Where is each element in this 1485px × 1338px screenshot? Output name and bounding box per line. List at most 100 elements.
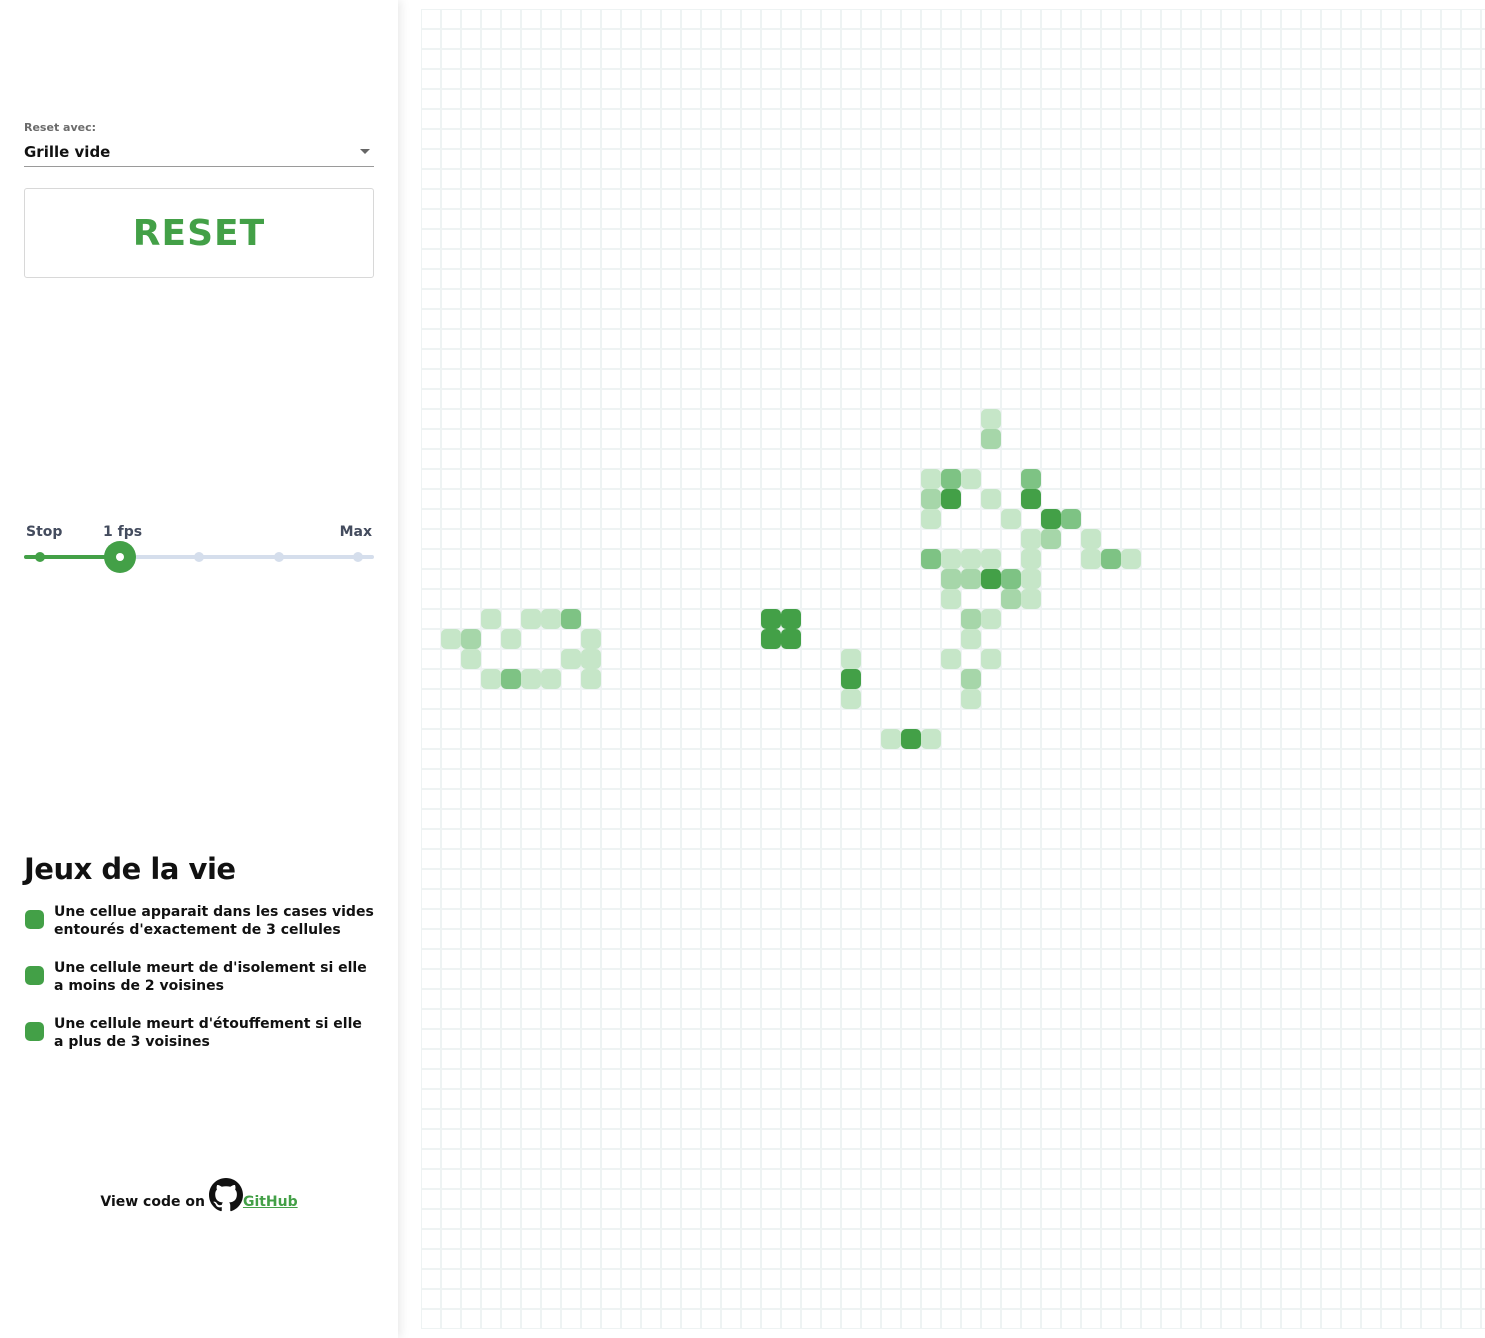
grid-cell[interactable]	[681, 289, 701, 309]
grid-cell[interactable]	[721, 189, 741, 209]
grid-cell[interactable]	[1041, 549, 1061, 569]
grid-cell[interactable]	[1301, 189, 1321, 209]
grid-cell[interactable]	[461, 1189, 481, 1209]
grid-cell[interactable]	[781, 529, 801, 549]
grid-cell[interactable]	[761, 169, 781, 189]
grid-cell[interactable]	[1021, 1149, 1041, 1169]
grid-cell[interactable]	[541, 1189, 561, 1209]
fading-cell[interactable]	[921, 509, 941, 529]
grid-cell[interactable]	[801, 429, 821, 449]
grid-cell[interactable]	[721, 1089, 741, 1109]
grid-cell[interactable]	[1381, 1089, 1401, 1109]
grid-cell[interactable]	[841, 869, 861, 889]
grid-cell[interactable]	[441, 269, 461, 289]
grid-cell[interactable]	[561, 809, 581, 829]
grid-cell[interactable]	[1441, 389, 1461, 409]
grid-cell[interactable]	[801, 789, 821, 809]
github-icon[interactable]	[208, 1178, 243, 1212]
grid-cell[interactable]	[641, 109, 661, 129]
grid-cell[interactable]	[461, 609, 481, 629]
grid-cell[interactable]	[661, 1189, 681, 1209]
grid-cell[interactable]	[1301, 789, 1321, 809]
grid-cell[interactable]	[1061, 129, 1081, 149]
grid-cell[interactable]	[521, 529, 541, 549]
grid-cell[interactable]	[501, 949, 521, 969]
grid-cell[interactable]	[1181, 909, 1201, 929]
grid-cell[interactable]	[661, 269, 681, 289]
grid-cell[interactable]	[1261, 29, 1281, 49]
grid-cell[interactable]	[1261, 829, 1281, 849]
grid-cell[interactable]	[621, 349, 641, 369]
grid-cell[interactable]	[1001, 1249, 1021, 1269]
grid-cell[interactable]	[521, 1189, 541, 1209]
grid-cell[interactable]	[1041, 609, 1061, 629]
grid-cell[interactable]	[1021, 629, 1041, 649]
grid-cell[interactable]	[481, 109, 501, 129]
grid-cell[interactable]	[681, 1209, 701, 1229]
grid-cell[interactable]	[901, 769, 921, 789]
grid-cell[interactable]	[1201, 669, 1221, 689]
grid-cell[interactable]	[1141, 889, 1161, 909]
grid-cell[interactable]	[541, 209, 561, 229]
grid-cell[interactable]	[1421, 1109, 1441, 1129]
grid-cell[interactable]	[1081, 309, 1101, 329]
grid-cell[interactable]	[1481, 309, 1485, 329]
grid-cell[interactable]	[501, 9, 521, 29]
grid-cell[interactable]	[1281, 349, 1301, 369]
grid-cell[interactable]	[1261, 489, 1281, 509]
grid-cell[interactable]	[881, 109, 901, 129]
grid-cell[interactable]	[1141, 549, 1161, 569]
grid-cell[interactable]	[601, 549, 621, 569]
grid-cell[interactable]	[1121, 709, 1141, 729]
grid-cell[interactable]	[1261, 989, 1281, 1009]
grid-cell[interactable]	[641, 849, 661, 869]
grid-cell[interactable]	[601, 689, 621, 709]
grid-cell[interactable]	[561, 209, 581, 229]
grid-cell[interactable]	[921, 1049, 941, 1069]
grid-cell[interactable]	[461, 269, 481, 289]
grid-cell[interactable]	[701, 389, 721, 409]
grid-cell[interactable]	[1121, 689, 1141, 709]
grid-cell[interactable]	[841, 1149, 861, 1169]
grid-cell[interactable]	[1421, 849, 1441, 869]
grid-cell[interactable]	[641, 969, 661, 989]
grid-cell[interactable]	[961, 869, 981, 889]
grid-cell[interactable]	[621, 949, 641, 969]
grid-cell[interactable]	[561, 449, 581, 469]
grid-cell[interactable]	[1161, 589, 1181, 609]
grid-cell[interactable]	[1241, 949, 1261, 969]
grid-cell[interactable]	[1241, 1129, 1261, 1149]
grid-cell[interactable]	[1481, 289, 1485, 309]
grid-cell[interactable]	[1461, 689, 1481, 709]
grid-cell[interactable]	[1281, 49, 1301, 69]
grid-cell[interactable]	[1101, 509, 1121, 529]
grid-cell[interactable]	[761, 489, 781, 509]
grid-cell[interactable]	[581, 929, 601, 949]
grid-cell[interactable]	[441, 949, 461, 969]
grid-cell[interactable]	[961, 349, 981, 369]
grid-cell[interactable]	[941, 849, 961, 869]
grid-cell[interactable]	[981, 1049, 1001, 1069]
grid-cell[interactable]	[1041, 1249, 1061, 1269]
grid-cell[interactable]	[621, 709, 641, 729]
grid-cell[interactable]	[821, 149, 841, 169]
grid-cell[interactable]	[1041, 369, 1061, 389]
grid-cell[interactable]	[681, 1069, 701, 1089]
grid-cell[interactable]	[1101, 189, 1121, 209]
grid-cell[interactable]	[621, 909, 641, 929]
grid-cell[interactable]	[1061, 149, 1081, 169]
grid-cell[interactable]	[1001, 1209, 1021, 1229]
grid-cell[interactable]	[1241, 1269, 1261, 1289]
grid-cell[interactable]	[1481, 69, 1485, 89]
grid-cell[interactable]	[1081, 1049, 1101, 1069]
grid-cell[interactable]	[741, 369, 761, 389]
grid-cell[interactable]	[1281, 929, 1301, 949]
grid-cell[interactable]	[541, 769, 561, 789]
grid-cell[interactable]	[1121, 509, 1141, 529]
grid-cell[interactable]	[921, 309, 941, 329]
grid-cell[interactable]	[441, 1029, 461, 1049]
grid-cell[interactable]	[1061, 1129, 1081, 1149]
grid-cell[interactable]	[1081, 869, 1101, 889]
grid-cell[interactable]	[861, 749, 881, 769]
grid-cell[interactable]	[641, 589, 661, 609]
